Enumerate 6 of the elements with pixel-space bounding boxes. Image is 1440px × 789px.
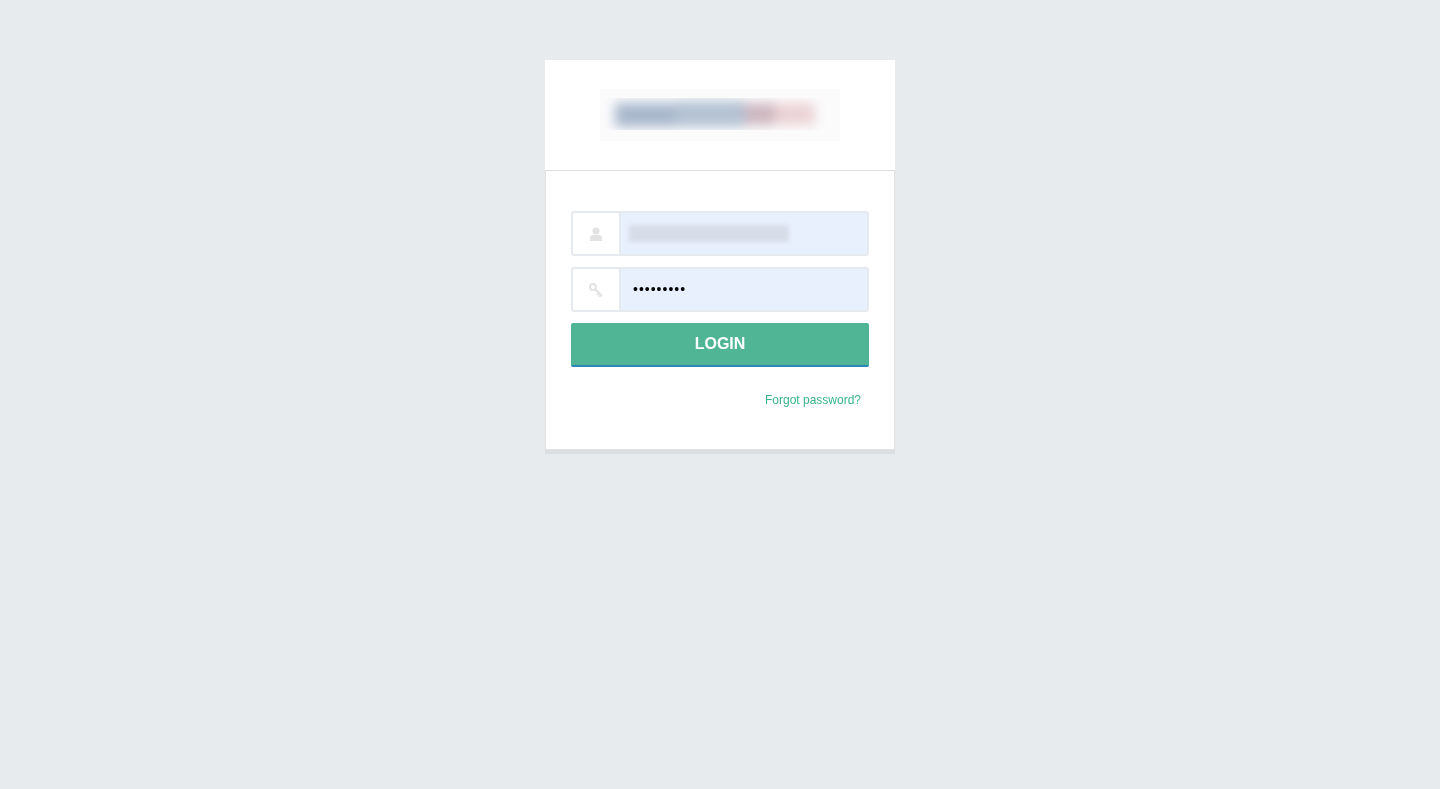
- key-icon: [589, 282, 603, 297]
- password-field[interactable]: •••••••••: [571, 267, 869, 312]
- login-button[interactable]: LOGIN: [571, 323, 869, 367]
- username-field[interactable]: [571, 211, 869, 256]
- forgot-password-link[interactable]: Forgot password?: [764, 391, 861, 409]
- user-icon: [590, 226, 602, 241]
